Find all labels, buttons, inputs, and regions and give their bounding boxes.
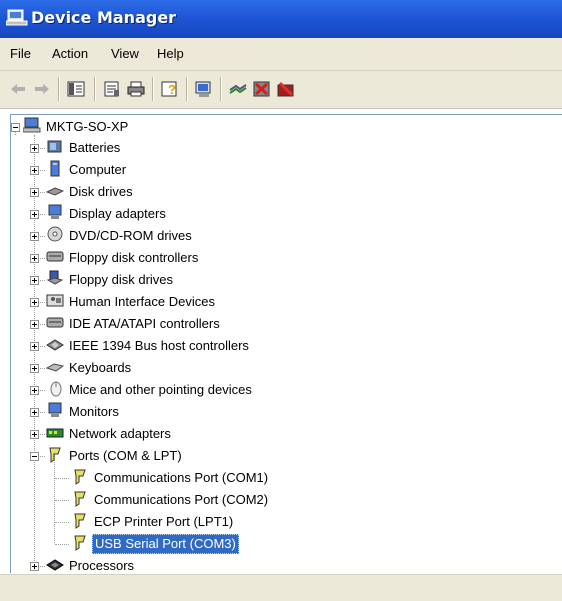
port-icon — [49, 447, 61, 463]
device-manager-icon — [6, 9, 28, 26]
tree-item-label: Disk drives — [69, 184, 133, 199]
tree-item-label: Ports (COM & LPT) — [69, 448, 182, 463]
menu-file[interactable]: File — [10, 46, 31, 61]
tree-item-label: Floppy disk drives — [69, 272, 174, 287]
port-icon — [74, 491, 86, 507]
window-title: Device Manager — [31, 8, 177, 27]
monitor-icon — [48, 402, 62, 417]
port-icon — [74, 513, 86, 529]
expand-toggle[interactable] — [30, 166, 39, 175]
cd-rom-icon — [47, 226, 63, 242]
tree-item-label: Monitors — [69, 404, 119, 419]
expand-toggle[interactable] — [30, 232, 39, 241]
menu-view[interactable]: View — [111, 46, 139, 61]
tree-item-label: DVD/CD-ROM drives — [69, 228, 192, 243]
show-hide-tree-icon[interactable] — [66, 80, 86, 98]
device-tree[interactable]: MKTG-SO-XP Batteries Computer Disk drive… — [10, 114, 562, 573]
computer-tower-icon — [50, 160, 60, 177]
tree-item-label: IEEE 1394 Bus host controllers — [69, 338, 249, 353]
expand-toggle[interactable] — [30, 408, 39, 417]
expand-toggle[interactable] — [30, 562, 39, 571]
hid-icon — [46, 294, 64, 307]
expand-toggle[interactable] — [30, 254, 39, 263]
tree-item-label: ECP Printer Port (LPT1) — [94, 514, 234, 529]
svg-text:?: ? — [168, 82, 176, 97]
port-icon — [74, 535, 86, 551]
expand-toggle[interactable] — [30, 298, 39, 307]
status-bar — [0, 574, 562, 601]
update-driver-icon[interactable] — [228, 80, 248, 98]
tree-item-label: Network adapters — [69, 426, 171, 441]
print-icon[interactable] — [126, 80, 146, 98]
tree-item-label: Display adapters — [69, 206, 166, 221]
tree-item-label: Communications Port (COM2) — [94, 492, 269, 507]
collapse-toggle[interactable] — [30, 452, 39, 461]
disk-drive-icon — [46, 187, 64, 196]
uninstall-icon[interactable] — [252, 80, 272, 98]
mouse-icon — [50, 381, 62, 397]
help-icon[interactable]: ? — [160, 80, 180, 98]
toolbar: ? — [0, 71, 562, 109]
display-adapter-icon — [48, 204, 62, 219]
selected-tree-item-label: USB Serial Port (COM3) — [92, 534, 239, 554]
back-arrow-icon[interactable] — [8, 80, 28, 98]
menu-bar: File Action View Help — [0, 38, 562, 71]
battery-icon — [47, 140, 62, 153]
properties-icon[interactable] — [102, 80, 122, 98]
menu-help[interactable]: Help — [157, 46, 184, 61]
disable-icon[interactable] — [276, 80, 296, 98]
ide-controller-icon — [46, 317, 64, 328]
expand-toggle[interactable] — [30, 430, 39, 439]
expand-toggle[interactable] — [30, 342, 39, 351]
tree-item-label: Computer — [69, 162, 127, 177]
expand-toggle[interactable] — [30, 144, 39, 153]
keyboard-icon — [46, 363, 64, 372]
expand-toggle[interactable] — [30, 364, 39, 373]
tree-item-label: Batteries — [69, 140, 121, 155]
network-adapter-icon — [46, 428, 64, 438]
expand-toggle[interactable] — [30, 210, 39, 219]
tree-item-label: IDE ATA/ATAPI controllers — [69, 316, 220, 331]
tree-item-label: Processors — [69, 558, 135, 573]
ieee1394-icon — [46, 339, 64, 351]
expand-toggle[interactable] — [30, 276, 39, 285]
tree-root-label: MKTG-SO-XP — [46, 119, 129, 134]
tree-item-label: Mice and other pointing devices — [69, 382, 252, 397]
tree-item-label: Human Interface Devices — [69, 294, 215, 309]
port-icon — [74, 469, 86, 485]
scan-hardware-icon[interactable] — [194, 80, 214, 98]
title-bar[interactable]: Device Manager — [0, 0, 562, 38]
menu-action[interactable]: Action — [52, 46, 88, 61]
expand-toggle[interactable] — [30, 320, 39, 329]
computer-icon — [23, 117, 41, 133]
tree-item-label: Keyboards — [69, 360, 132, 375]
processor-icon — [46, 559, 64, 571]
controller-icon — [46, 251, 64, 262]
forward-arrow-icon[interactable] — [32, 80, 52, 98]
collapse-toggle[interactable] — [11, 123, 20, 132]
floppy-drive-icon — [46, 270, 64, 285]
expand-toggle[interactable] — [30, 188, 39, 197]
tree-item-label: Floppy disk controllers — [69, 250, 199, 265]
tree-item-label: Communications Port (COM1) — [94, 470, 269, 485]
expand-toggle[interactable] — [30, 386, 39, 395]
